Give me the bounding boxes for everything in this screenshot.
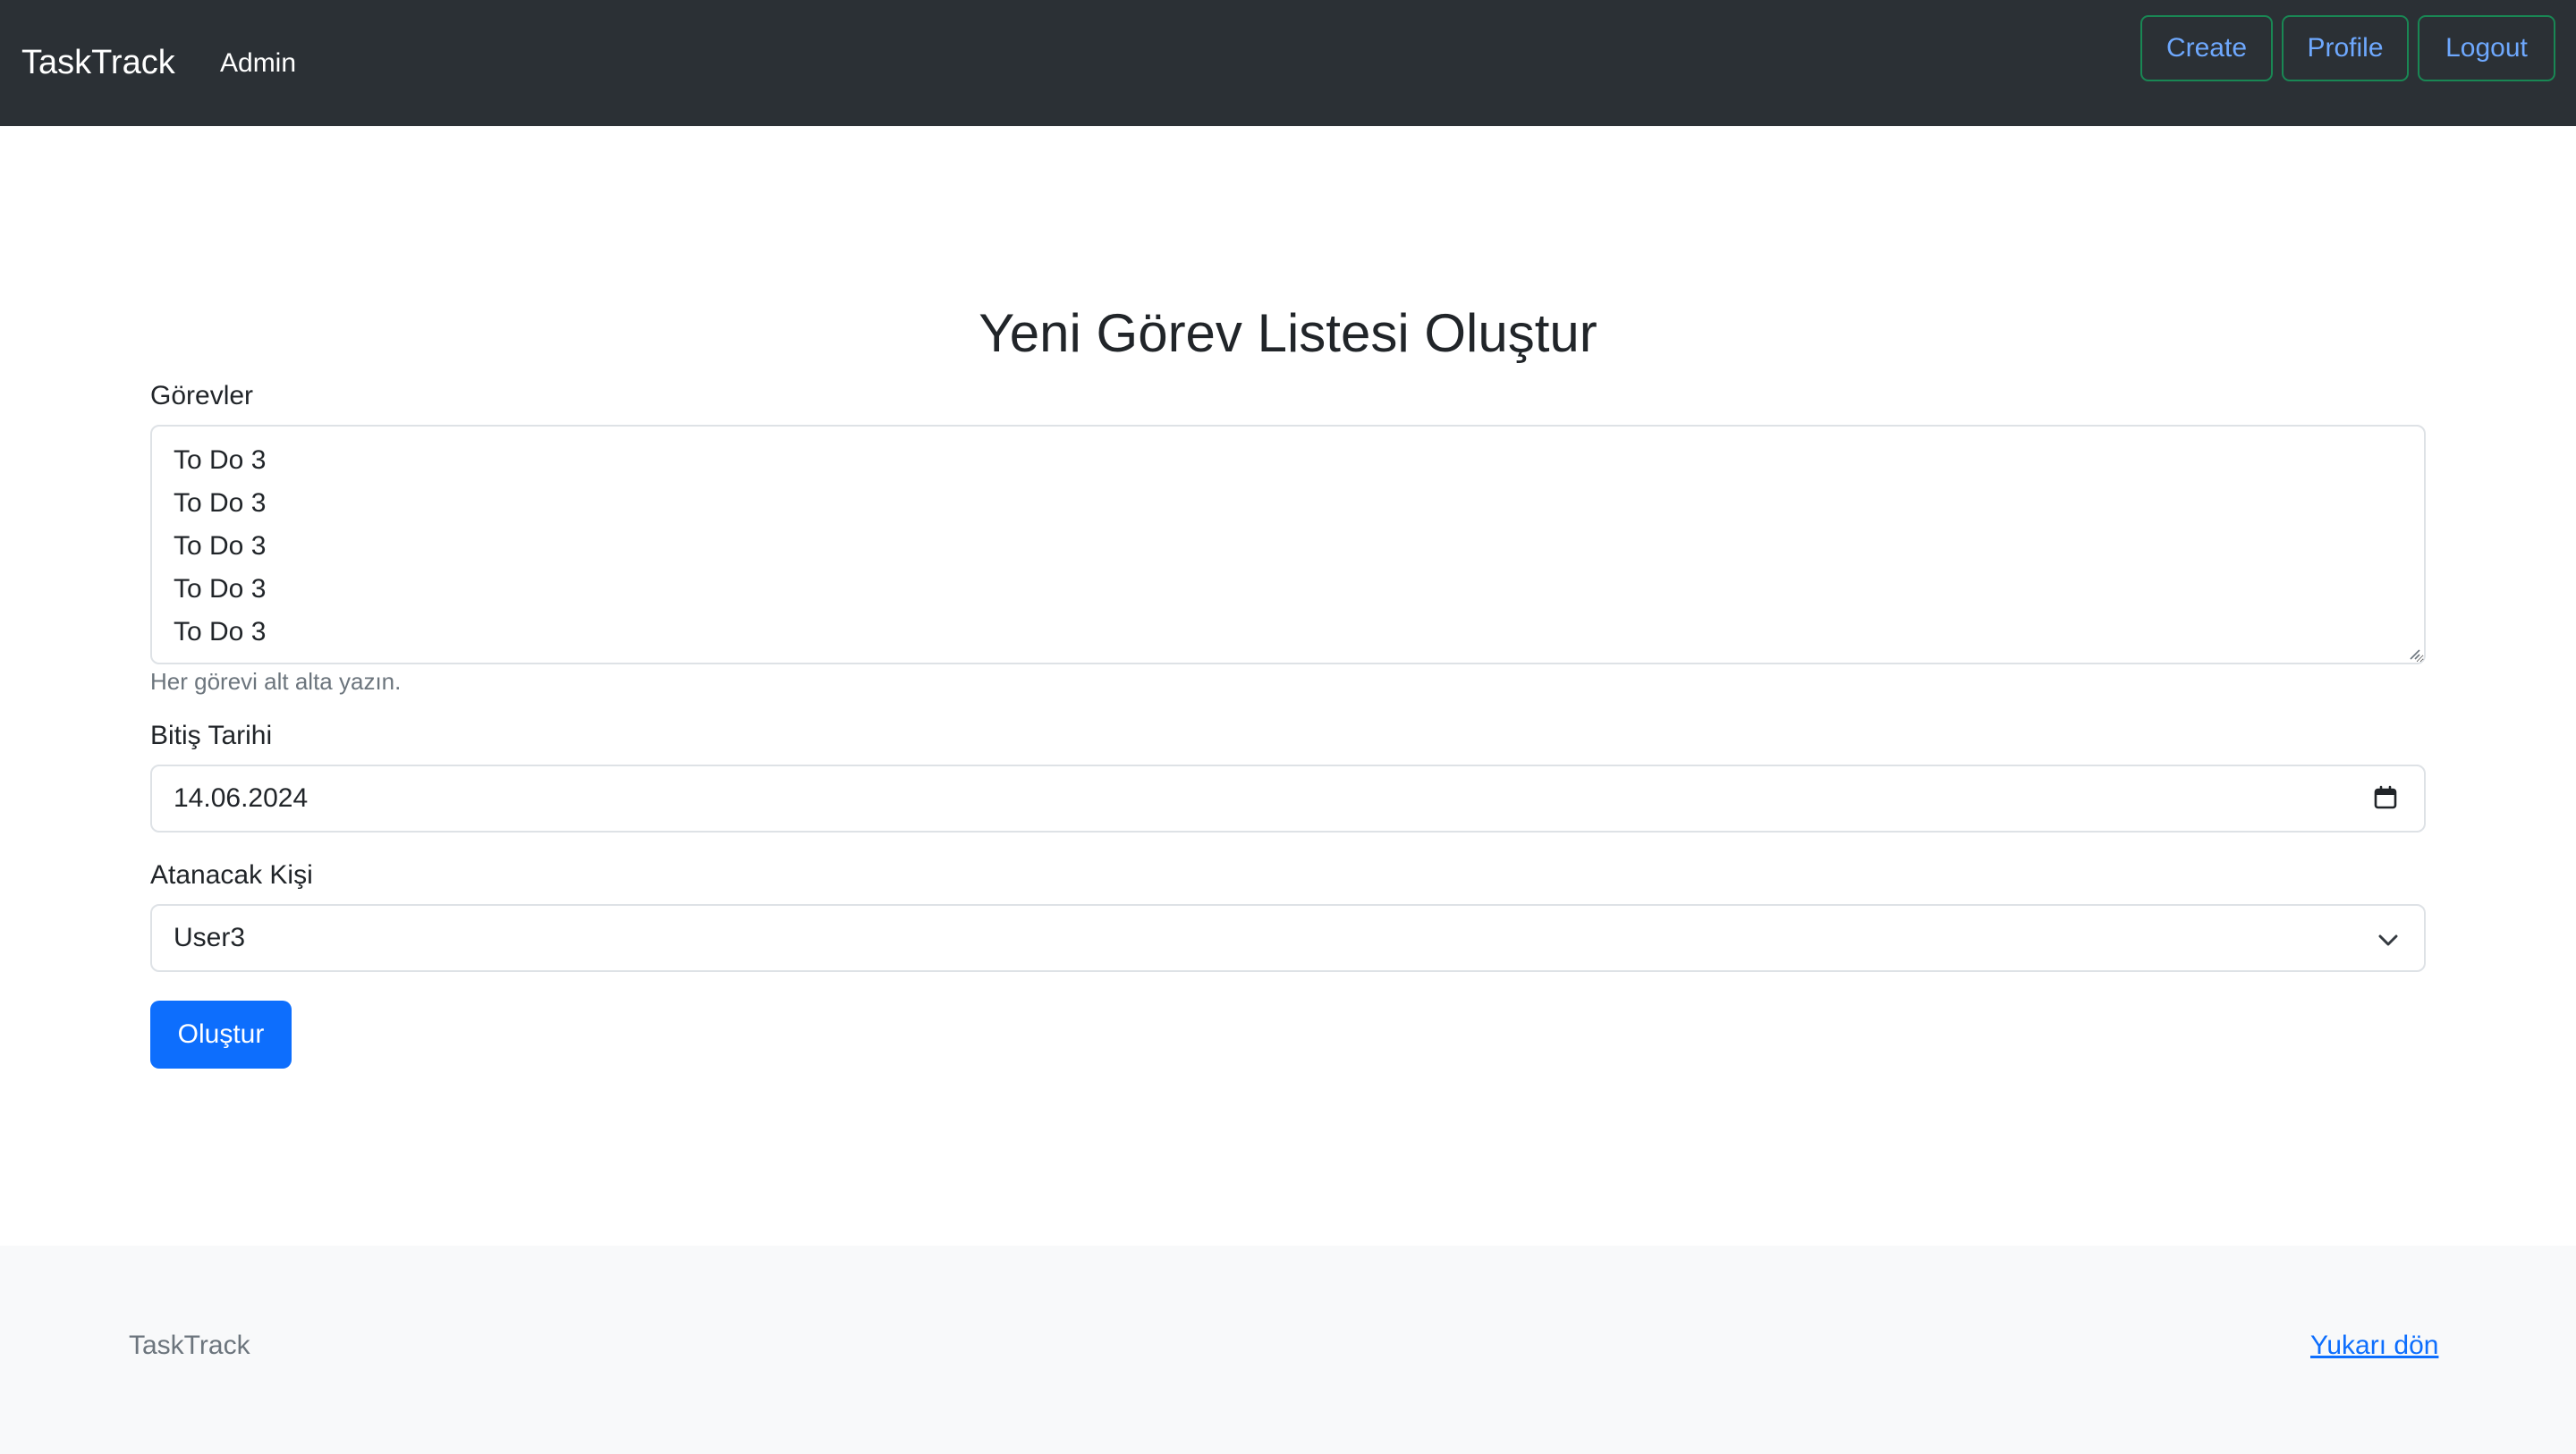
tasks-textarea[interactable]: To Do 3 To Do 3 To Do 3 To Do 3 To Do 3: [150, 425, 2426, 664]
nav-link-admin[interactable]: Admin: [220, 45, 296, 82]
due-date-input[interactable]: 14.06.2024: [150, 765, 2426, 833]
back-to-top-link[interactable]: Yukarı dön: [2310, 1328, 2438, 1364]
chevron-down-icon: [2378, 934, 2398, 946]
profile-button[interactable]: Profile: [2282, 15, 2409, 81]
due-date-label: Bitiş Tarihi: [150, 721, 273, 750]
due-date-value: 14.06.2024: [174, 783, 309, 813]
navbar-brand[interactable]: TaskTrack: [21, 39, 175, 86]
create-button[interactable]: Create: [2140, 15, 2273, 81]
assignee-selected-value: User3: [174, 923, 246, 952]
tasks-help-text: Her görevi alt alta yazın.: [150, 668, 402, 695]
page-title: Yeni Görev Listesi Oluştur: [979, 303, 1597, 363]
assignee-label: Atanacak Kişi: [150, 860, 313, 890]
submit-button[interactable]: Oluştur: [150, 1001, 292, 1069]
logout-button[interactable]: Logout: [2418, 15, 2555, 81]
tasks-label: Görevler: [150, 381, 254, 410]
calendar-icon[interactable]: [2372, 784, 2399, 811]
footer: TaskTrack Yukarı dön: [0, 1246, 2576, 1454]
footer-brand: TaskTrack: [129, 1331, 250, 1360]
top-navbar: TaskTrack Admin Create Profile Logout: [0, 0, 2576, 126]
assignee-select[interactable]: User3: [150, 904, 2426, 972]
